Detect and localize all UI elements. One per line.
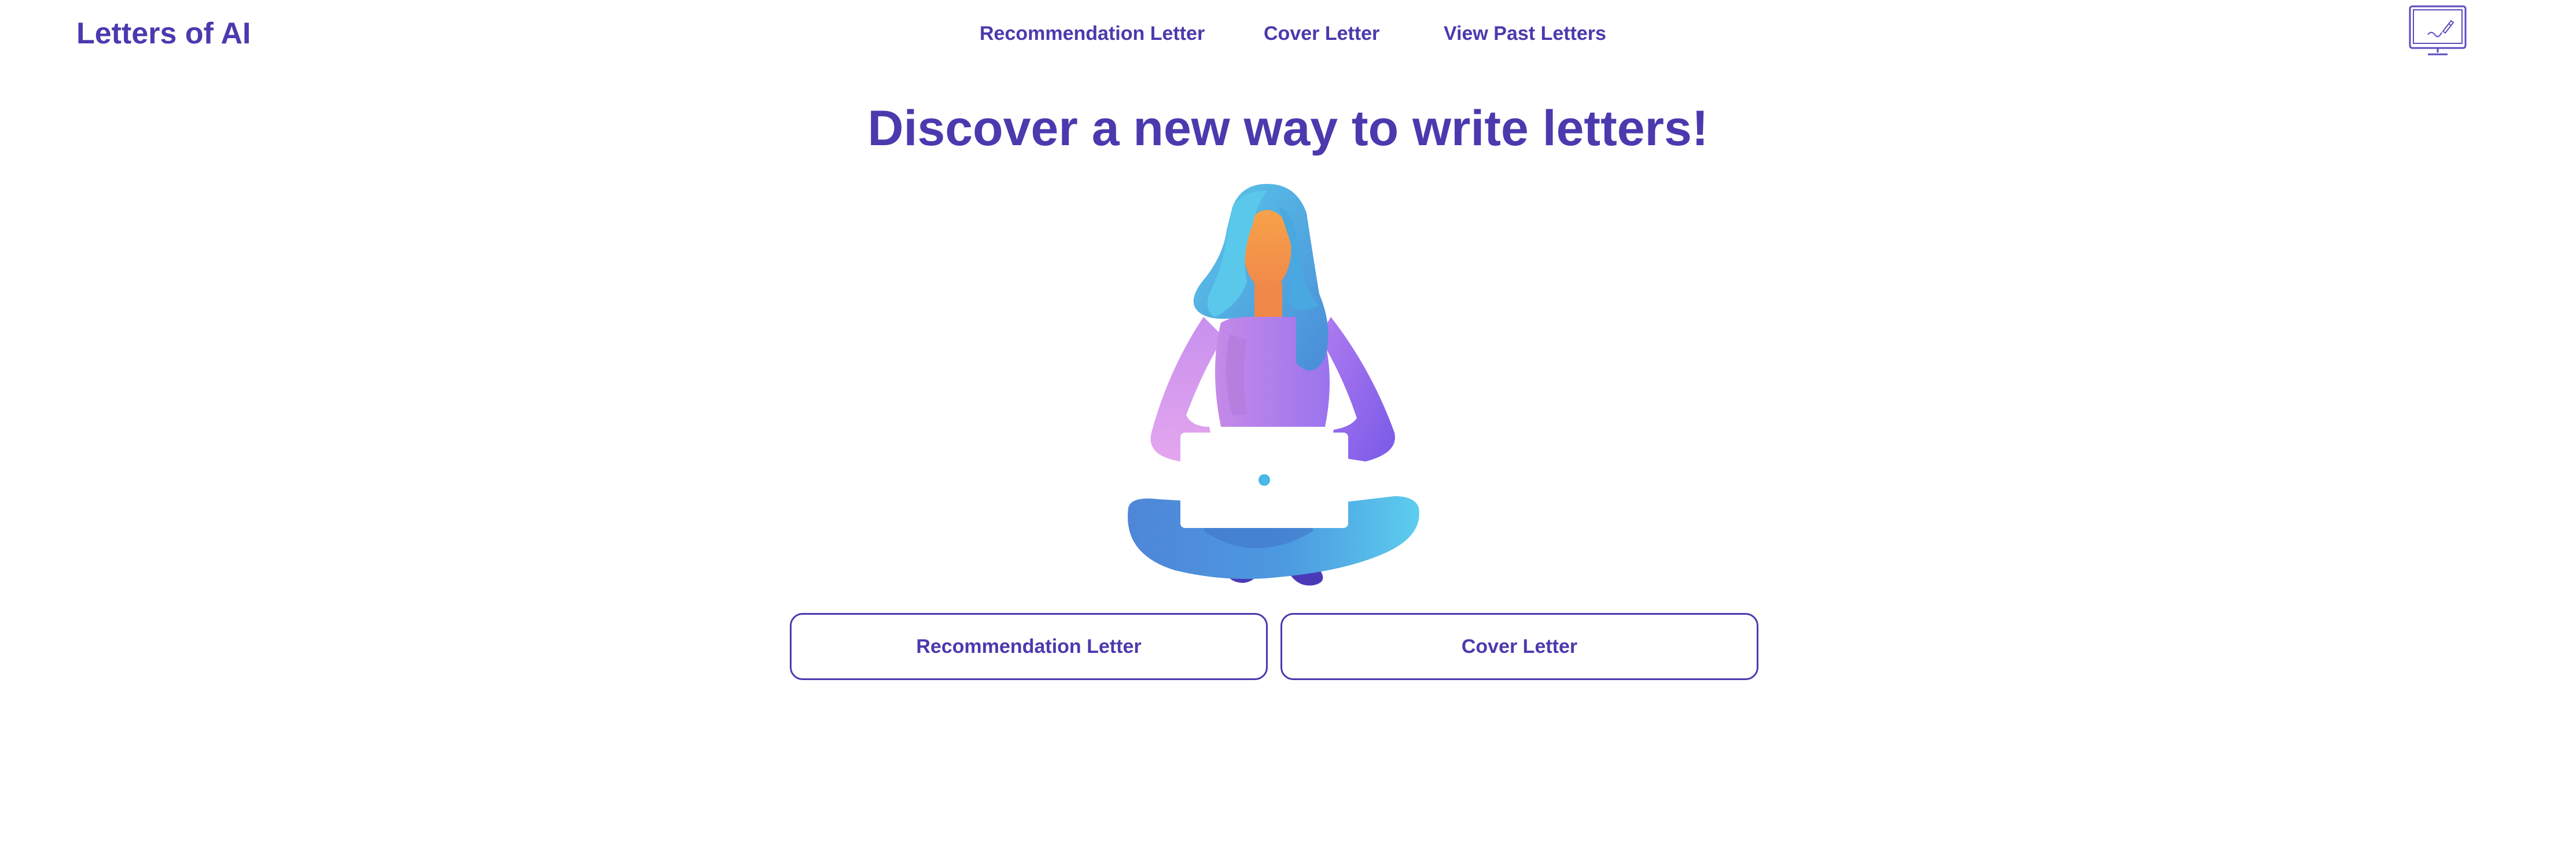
hero-title: Discover a new way to write letters! [867, 101, 1709, 156]
recommendation-letter-button[interactable]: Recommendation Letter [790, 613, 1268, 680]
nav-link-recommendation-letter[interactable]: Recommendation Letter [980, 19, 1205, 49]
nav-link-cover-letter[interactable]: Cover Letter [1264, 19, 1379, 49]
page: Letters of AI Recommendation Letter Cove… [0, 0, 2576, 842]
monitor-pen-icon[interactable] [2408, 5, 2467, 58]
cover-letter-button[interactable]: Cover Letter [1280, 613, 1758, 680]
nav-link-view-past-letters[interactable]: View Past Letters [1444, 19, 1606, 49]
top-nav: Recommendation Letter Cover Letter View … [0, 19, 2576, 51]
woman-with-laptop-illustration [1128, 184, 1419, 586]
